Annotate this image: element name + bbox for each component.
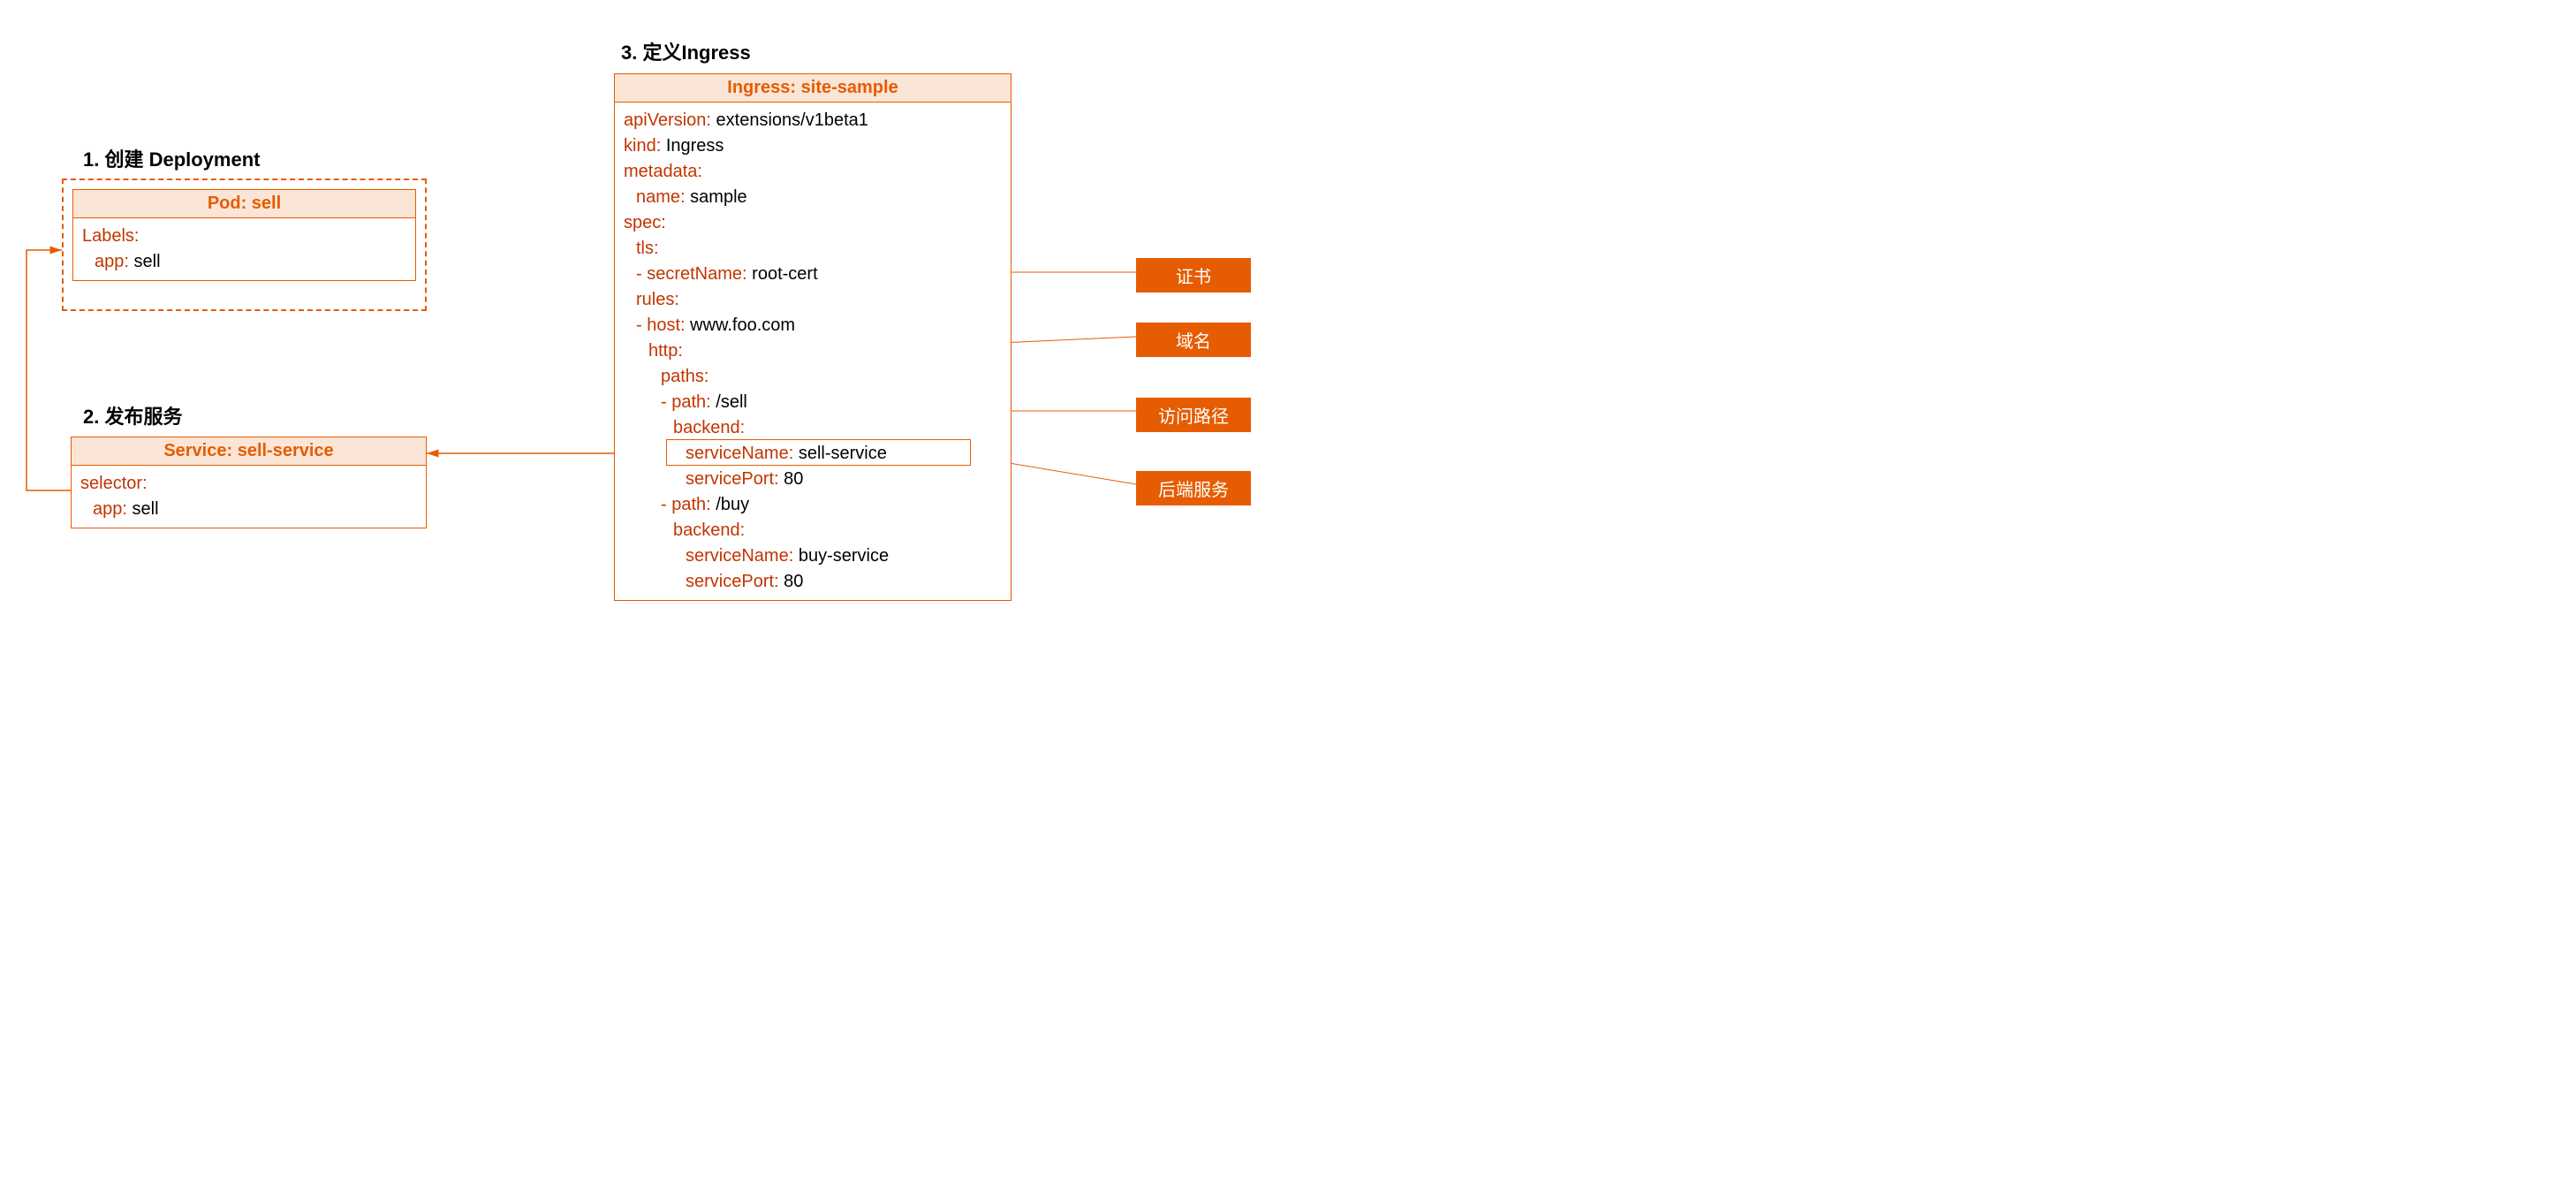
pod-header: Pod: sell <box>73 190 415 218</box>
ingress-header: Ingress: site-sample <box>615 74 1011 103</box>
serviceName2-key: serviceName: <box>686 546 793 566</box>
svc-app-key: app: <box>93 499 127 519</box>
selector-key: selector: <box>80 474 148 493</box>
ingress-box: Ingress: site-sample apiVersion: extensi… <box>614 73 1011 601</box>
svc-app-val: sell <box>133 499 159 519</box>
servicePort1-key: servicePort: <box>686 469 779 489</box>
backend1-key: backend: <box>673 418 745 437</box>
secretName-val: root-cert <box>752 264 817 284</box>
spec-key: spec: <box>624 213 666 232</box>
host-key: - host: <box>636 315 686 335</box>
deployment-box: Pod: sell Labels: app: sell <box>62 179 427 311</box>
http-key: http: <box>648 341 683 361</box>
ingress-body: apiVersion: extensions/v1beta1 kind: Ing… <box>615 103 1011 600</box>
servicePort1-val: 80 <box>784 469 803 489</box>
tls-key: tls: <box>636 239 659 258</box>
pod-app-val: sell <box>134 252 161 271</box>
serviceName1-val: sell-service <box>799 444 887 463</box>
labels-key: Labels: <box>82 226 140 246</box>
backend2-key: backend: <box>673 521 745 540</box>
deployment-title: 1. 创建 Deployment <box>83 144 260 172</box>
apiVersion-key: apiVersion: <box>624 110 711 130</box>
pod-body: Labels: app: sell <box>73 218 415 280</box>
tag-path: 访问路径 <box>1136 398 1251 432</box>
servicePort2-key: servicePort: <box>686 572 779 591</box>
paths-key: paths: <box>661 367 708 386</box>
secretName-key: - secretName: <box>636 264 747 284</box>
path2-val: /buy <box>716 495 749 514</box>
path1-val: /sell <box>716 392 747 412</box>
kind-key: kind: <box>624 136 661 156</box>
diagram-canvas: 1. 创建 Deployment Pod: sell Labels: app: … <box>0 0 1288 596</box>
service-body: selector: app: sell <box>72 466 426 528</box>
servicePort2-val: 80 <box>784 572 803 591</box>
tag-backend: 后端服务 <box>1136 471 1251 505</box>
pod-app-key: app: <box>95 252 129 271</box>
path1-key: - path: <box>661 392 711 412</box>
service-title: 2. 发布服务 <box>83 401 182 429</box>
service-box: Service: sell-service selector: app: sel… <box>71 437 427 528</box>
apiVersion-val: extensions/v1beta1 <box>716 110 868 130</box>
service-header: Service: sell-service <box>72 437 426 466</box>
tag-cert: 证书 <box>1136 258 1251 293</box>
host-val: www.foo.com <box>690 315 795 335</box>
serviceName1-key: serviceName: <box>686 444 793 463</box>
path2-key: - path: <box>661 495 711 514</box>
rules-key: rules: <box>636 290 679 309</box>
name-val: sample <box>690 187 746 207</box>
tag-domain: 域名 <box>1136 323 1251 357</box>
serviceName2-val: buy-service <box>799 546 889 566</box>
name-key: name: <box>636 187 686 207</box>
metadata-key: metadata: <box>624 162 702 181</box>
kind-val: Ingress <box>666 136 724 156</box>
ingress-title: 3. 定义Ingress <box>621 37 751 65</box>
pod-box: Pod: sell Labels: app: sell <box>72 189 416 281</box>
